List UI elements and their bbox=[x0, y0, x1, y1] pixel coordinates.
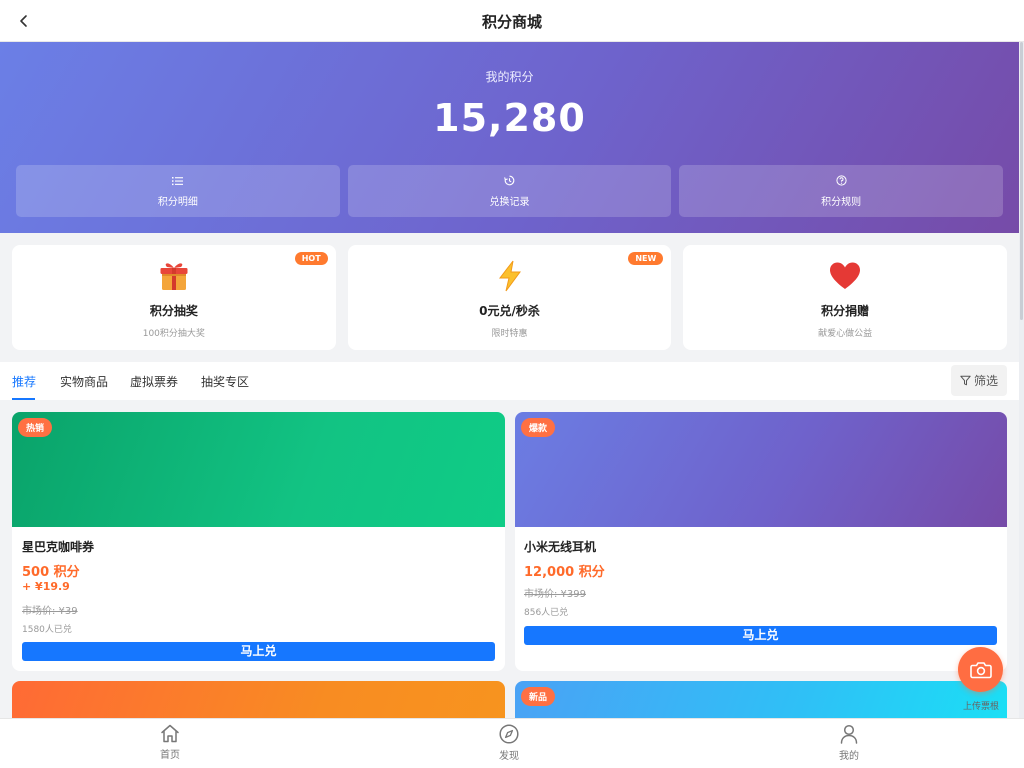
user-icon bbox=[840, 724, 858, 744]
active-tab-indicator bbox=[12, 398, 35, 400]
camera-icon bbox=[969, 661, 992, 678]
product-card-starbucks[interactable]: 热销 星巴克咖啡券 500 积分 + ¥19.9 市场价: ¥39 1580人已… bbox=[12, 412, 505, 671]
filter-button[interactable]: 筛选 bbox=[951, 365, 1007, 396]
feature-lottery-subtitle: 100积分抽大奖 bbox=[142, 329, 205, 339]
tab-recommend[interactable]: 推荐 bbox=[12, 373, 36, 390]
points-panel: 我的积分 15,280 积分明细 兑换记录 积分规则 bbox=[0, 42, 1019, 233]
feature-cards: HOT 积分抽奖 100积分抽大奖 NEW 0元兑/秒杀 限时特惠 积分捐赠 献… bbox=[12, 245, 1008, 350]
points-value: 15,280 bbox=[433, 96, 586, 140]
points-label: 我的积分 bbox=[485, 70, 534, 84]
product-sold-count: 1580人已兑 bbox=[22, 625, 72, 635]
heart-icon bbox=[829, 259, 861, 293]
feature-lottery[interactable]: HOT 积分抽奖 100积分抽大奖 bbox=[12, 245, 336, 350]
nav-profile-label: 我的 bbox=[839, 751, 859, 762]
compass-icon bbox=[499, 724, 519, 744]
points-detail-label: 积分明细 bbox=[157, 196, 198, 208]
home-icon bbox=[161, 724, 179, 743]
points-detail-button[interactable]: 积分明细 bbox=[16, 165, 340, 217]
nav-home[interactable]: 首页 bbox=[140, 724, 200, 761]
product-extra-price: + ¥19.9 bbox=[22, 580, 70, 593]
points-actions: 积分明细 兑换记录 积分规则 bbox=[16, 165, 1004, 217]
exchange-history-button[interactable]: 兑换记录 bbox=[347, 165, 672, 217]
top-bar: 积分商城 bbox=[0, 0, 1024, 42]
tab-virtual-tickets[interactable]: 虚拟票券 bbox=[130, 373, 178, 390]
list-icon bbox=[172, 175, 184, 187]
feature-flash-sale-title: 0元兑/秒杀 bbox=[479, 304, 540, 318]
feature-donation-title: 积分捐赠 bbox=[821, 304, 870, 318]
scrollbar[interactable] bbox=[1019, 42, 1024, 718]
tab-physical-goods[interactable]: 实物商品 bbox=[60, 373, 108, 390]
feature-flash-sale-subtitle: 限时特惠 bbox=[491, 329, 528, 339]
help-circle-icon bbox=[835, 175, 847, 187]
feature-donation[interactable]: 积分捐赠 献爱心做公益 bbox=[683, 245, 1008, 350]
filter-label: 筛选 bbox=[973, 374, 998, 388]
tab-lottery-zone[interactable]: 抽奖专区 bbox=[201, 373, 249, 390]
scrollbar-thumb[interactable] bbox=[1020, 42, 1023, 320]
feature-flash-sale[interactable]: NEW 0元兑/秒杀 限时特惠 bbox=[347, 245, 672, 350]
bottom-nav: 首页 发现 我的 bbox=[0, 718, 1024, 768]
hot-sale-tag: 热销 bbox=[18, 418, 53, 437]
product-points: 12,000 积分 bbox=[524, 565, 605, 580]
product-card-xiaomi-earphones[interactable]: 爆款 小米无线耳机 12,000 积分 市场价: ¥399 856人已兑 马上兑 bbox=[515, 412, 1007, 671]
gift-icon bbox=[159, 259, 189, 293]
lightning-icon bbox=[497, 259, 523, 293]
product-market-price: 市场价: ¥39 bbox=[22, 606, 78, 617]
product-market-price: 市场价: ¥399 bbox=[524, 589, 586, 600]
history-icon bbox=[504, 175, 516, 187]
nav-profile[interactable]: 我的 bbox=[819, 724, 879, 762]
popular-tag: 爆款 bbox=[521, 418, 556, 437]
product-image bbox=[12, 412, 505, 527]
product-name: 星巴克咖啡券 bbox=[22, 540, 95, 554]
upload-ticket-label: 上传票根 bbox=[962, 702, 999, 712]
category-tabs: 推荐 实物商品 虚拟票券 抽奖专区 筛选 bbox=[0, 362, 1019, 400]
points-rules-button[interactable]: 积分规则 bbox=[679, 165, 1004, 217]
hot-badge: HOT bbox=[294, 252, 328, 265]
new-badge: NEW bbox=[628, 252, 664, 265]
product-image bbox=[515, 412, 1007, 527]
new-product-tag: 新品 bbox=[521, 687, 556, 706]
feature-lottery-title: 积分抽奖 bbox=[149, 304, 198, 318]
filter-icon bbox=[960, 375, 971, 386]
nav-discover-label: 发现 bbox=[499, 751, 519, 762]
feature-donation-subtitle: 献爱心做公益 bbox=[818, 329, 873, 339]
exchange-history-label: 兑换记录 bbox=[489, 196, 530, 208]
product-points: 500 积分 bbox=[22, 565, 80, 580]
redeem-button[interactable]: 马上兑 bbox=[22, 642, 495, 661]
nav-discover[interactable]: 发现 bbox=[479, 724, 539, 762]
page-title: 积分商城 bbox=[481, 13, 542, 31]
nav-home-label: 首页 bbox=[160, 750, 180, 761]
product-sold-count: 856人已兑 bbox=[524, 608, 569, 618]
product-name: 小米无线耳机 bbox=[524, 540, 597, 554]
points-rules-label: 积分规则 bbox=[821, 196, 862, 208]
redeem-button[interactable]: 马上兑 bbox=[524, 626, 997, 645]
upload-ticket-button[interactable] bbox=[958, 647, 1003, 692]
